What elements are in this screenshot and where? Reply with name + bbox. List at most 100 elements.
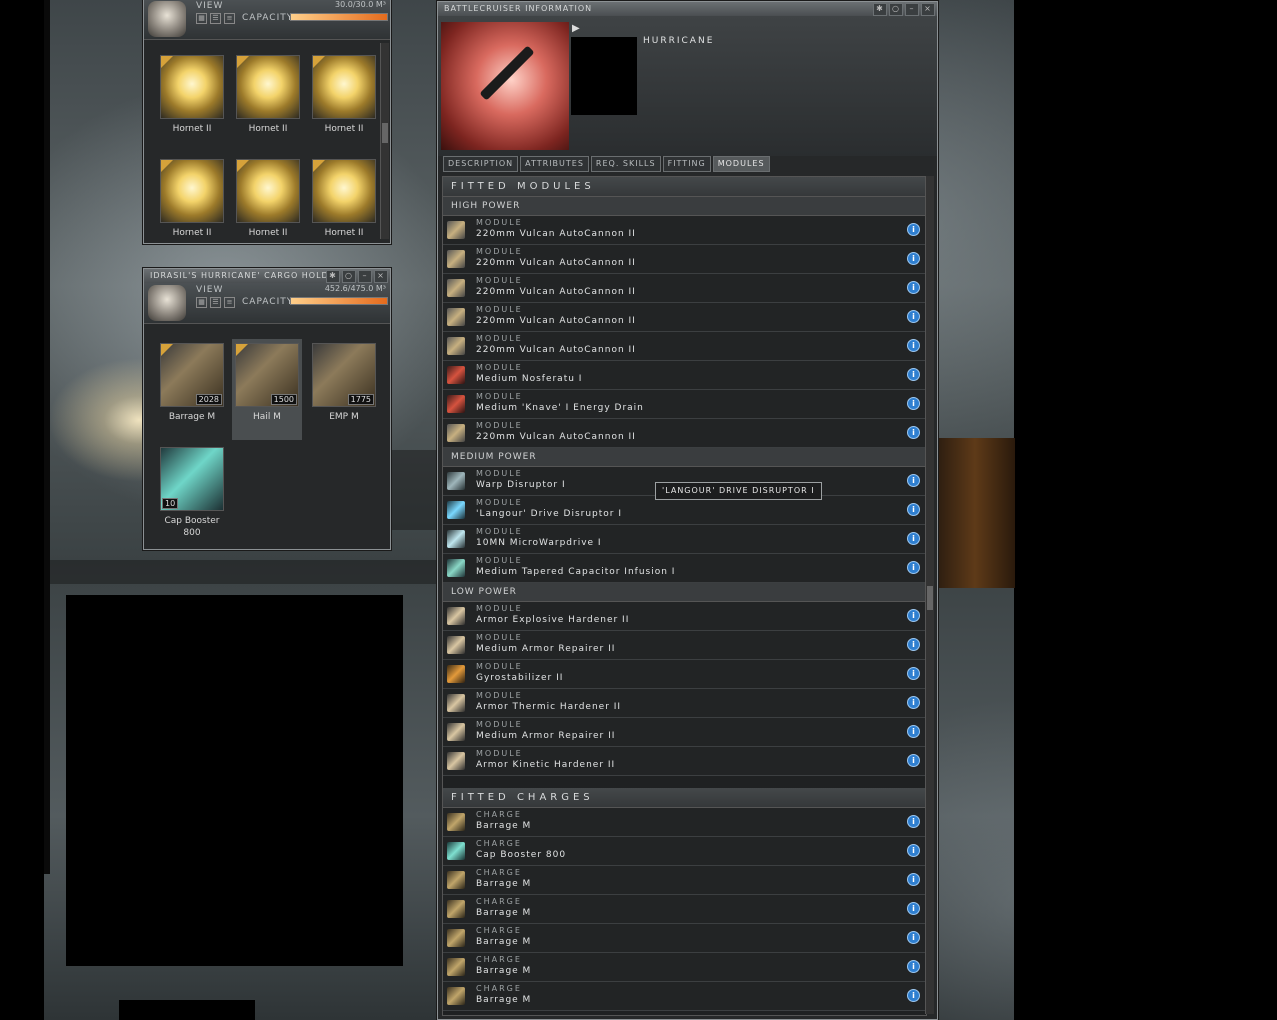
info-icon[interactable]: i: [907, 368, 920, 381]
scrollbar[interactable]: [925, 176, 934, 1014]
info-icon[interactable]: i: [907, 902, 920, 915]
tab-attributes[interactable]: ATTRIBUTES: [520, 156, 589, 172]
inventory-item[interactable]: Hornet II: [158, 159, 226, 239]
inventory-item[interactable]: Hornet II: [310, 55, 378, 135]
info-icon[interactable]: i: [907, 252, 920, 265]
info-icon[interactable]: i: [907, 667, 920, 680]
info-icon[interactable]: i: [907, 754, 920, 767]
info-icon[interactable]: i: [907, 503, 920, 516]
charge-row[interactable]: CHARGE Barrage M i: [443, 953, 926, 982]
details-view-icon[interactable]: ☰: [210, 297, 221, 308]
info-icon[interactable]: i: [907, 696, 920, 709]
info-icon[interactable]: i: [907, 281, 920, 294]
info-icon[interactable]: i: [907, 844, 920, 857]
icon-view-icon[interactable]: ▦: [196, 297, 207, 308]
module-row[interactable]: MODULE Medium Nosferatu I i: [443, 361, 926, 390]
info-icon[interactable]: i: [907, 989, 920, 1002]
info-icon[interactable]: i: [907, 873, 920, 886]
inventory-item[interactable]: Hornet II: [234, 159, 302, 239]
charge-row[interactable]: CHARGE Barrage M i: [443, 982, 926, 1011]
info-icon[interactable]: i: [907, 638, 920, 651]
info-icon[interactable]: i: [907, 310, 920, 323]
window-titlebar[interactable]: BATTLECRUISER INFORMATION ✱ ○ – ×: [438, 2, 937, 16]
module-row[interactable]: MODULE Medium Armor Repairer II i: [443, 718, 926, 747]
inventory-item[interactable]: Hornet II: [310, 159, 378, 239]
inventory-item[interactable]: 1775 EMP M: [310, 343, 378, 423]
charge-row[interactable]: CHARGE Cap Booster 800 i: [443, 837, 926, 866]
info-icon[interactable]: i: [907, 426, 920, 439]
row-kind: MODULE: [476, 276, 523, 285]
ammo-icon: [447, 813, 465, 831]
inventory-item-selected[interactable]: 1500 Hail M: [232, 339, 302, 440]
info-icon[interactable]: i: [907, 532, 920, 545]
row-name: 220mm Vulcan AutoCannon II: [476, 287, 636, 297]
module-row[interactable]: MODULE Medium Tapered Capacitor Infusion …: [443, 554, 926, 583]
view-label: VIEW: [196, 285, 224, 295]
inventory-item[interactable]: Hornet II: [158, 55, 226, 135]
item-label: Hail M: [253, 412, 281, 422]
info-icon[interactable]: i: [907, 815, 920, 828]
row-kind: CHARGE: [476, 868, 522, 877]
module-row[interactable]: MODULE 220mm Vulcan AutoCannon II i: [443, 245, 926, 274]
inventory-item[interactable]: 2028 Barrage M: [158, 343, 226, 423]
inventory-item[interactable]: 10 Cap Booster 800: [158, 447, 226, 539]
info-icon[interactable]: i: [907, 339, 920, 352]
minimize-icon[interactable]: –: [358, 270, 372, 283]
module-row[interactable]: MODULE 'Langour' Drive Disruptor I i: [443, 496, 926, 525]
info-icon[interactable]: i: [907, 725, 920, 738]
minimize-icon[interactable]: –: [905, 3, 919, 16]
module-row[interactable]: MODULE Medium 'Knave' I Energy Drain i: [443, 390, 926, 419]
tab-fitting[interactable]: FITTING: [662, 156, 711, 172]
window-titlebar[interactable]: IDRASIL'S HURRICANE' CARGO HOLD ✱ ○ – ×: [144, 269, 390, 283]
pin-icon[interactable]: ✱: [873, 3, 887, 16]
list-view-icon[interactable]: ≡: [224, 297, 235, 308]
charge-row[interactable]: CHARGE Barrage M i: [443, 895, 926, 924]
settings-icon[interactable]: ○: [342, 270, 356, 283]
module-row[interactable]: MODULE 220mm Vulcan AutoCannon II i: [443, 419, 926, 448]
list-view-icon[interactable]: ≡: [224, 13, 235, 24]
module-row[interactable]: MODULE 220mm Vulcan AutoCannon II i: [443, 274, 926, 303]
inventory-item[interactable]: Hornet II: [234, 55, 302, 135]
module-row[interactable]: MODULE Armor Kinetic Hardener II i: [443, 747, 926, 776]
scroll-thumb[interactable]: [382, 123, 388, 143]
module-row[interactable]: MODULE Armor Thermic Hardener II i: [443, 689, 926, 718]
row-name: Medium Armor Repairer II: [476, 731, 616, 741]
close-icon[interactable]: ×: [374, 270, 388, 283]
charge-row[interactable]: CHARGE Barrage M i: [443, 924, 926, 953]
tab-modules[interactable]: MODULES: [712, 156, 770, 172]
module-row[interactable]: MODULE 220mm Vulcan AutoCannon II i: [443, 332, 926, 361]
details-view-icon[interactable]: ☰: [210, 13, 221, 24]
module-row[interactable]: MODULE Gyrostabilizer II i: [443, 660, 926, 689]
row-kind: MODULE: [476, 604, 523, 613]
module-row[interactable]: MODULE 220mm Vulcan AutoCannon II i: [443, 303, 926, 332]
info-icon[interactable]: i: [907, 931, 920, 944]
view-mode-switcher[interactable]: ▦ ☰ ≡: [196, 13, 235, 24]
module-row[interactable]: MODULE Armor Explosive Hardener II i: [443, 602, 926, 631]
info-icon[interactable]: i: [907, 397, 920, 410]
charge-row[interactable]: CHARGE Barrage M i: [443, 808, 926, 837]
module-row[interactable]: MODULE 10MN MicroWarpdrive I i: [443, 525, 926, 554]
module-row[interactable]: MODULE Medium Armor Repairer II i: [443, 631, 926, 660]
settings-icon[interactable]: ○: [889, 3, 903, 16]
info-icon[interactable]: i: [907, 561, 920, 574]
charge-row[interactable]: CHARGE Barrage M i: [443, 866, 926, 895]
tab-description[interactable]: DESCRIPTION: [443, 156, 519, 172]
tab-req-skills[interactable]: REQ. SKILLS: [590, 156, 661, 172]
info-icon[interactable]: i: [907, 609, 920, 622]
info-icon[interactable]: i: [907, 960, 920, 973]
background-detail: [44, 560, 444, 584]
row-kind: MODULE: [476, 527, 523, 536]
module-row[interactable]: MODULE 220mm Vulcan AutoCannon II i: [443, 216, 926, 245]
info-icon[interactable]: i: [907, 223, 920, 236]
expand-arrow-icon[interactable]: ▶: [572, 23, 580, 34]
pin-icon[interactable]: ✱: [326, 270, 340, 283]
scrollbar[interactable]: [380, 43, 389, 239]
scroll-thumb[interactable]: [927, 586, 933, 610]
icon-view-icon[interactable]: ▦: [196, 13, 207, 24]
info-icon[interactable]: i: [907, 474, 920, 487]
close-icon[interactable]: ×: [921, 3, 935, 16]
row-kind: MODULE: [476, 720, 523, 729]
view-mode-switcher[interactable]: ▦ ☰ ≡: [196, 297, 235, 308]
ammo-icon: [447, 958, 465, 976]
item-label: Hornet II: [324, 124, 364, 134]
